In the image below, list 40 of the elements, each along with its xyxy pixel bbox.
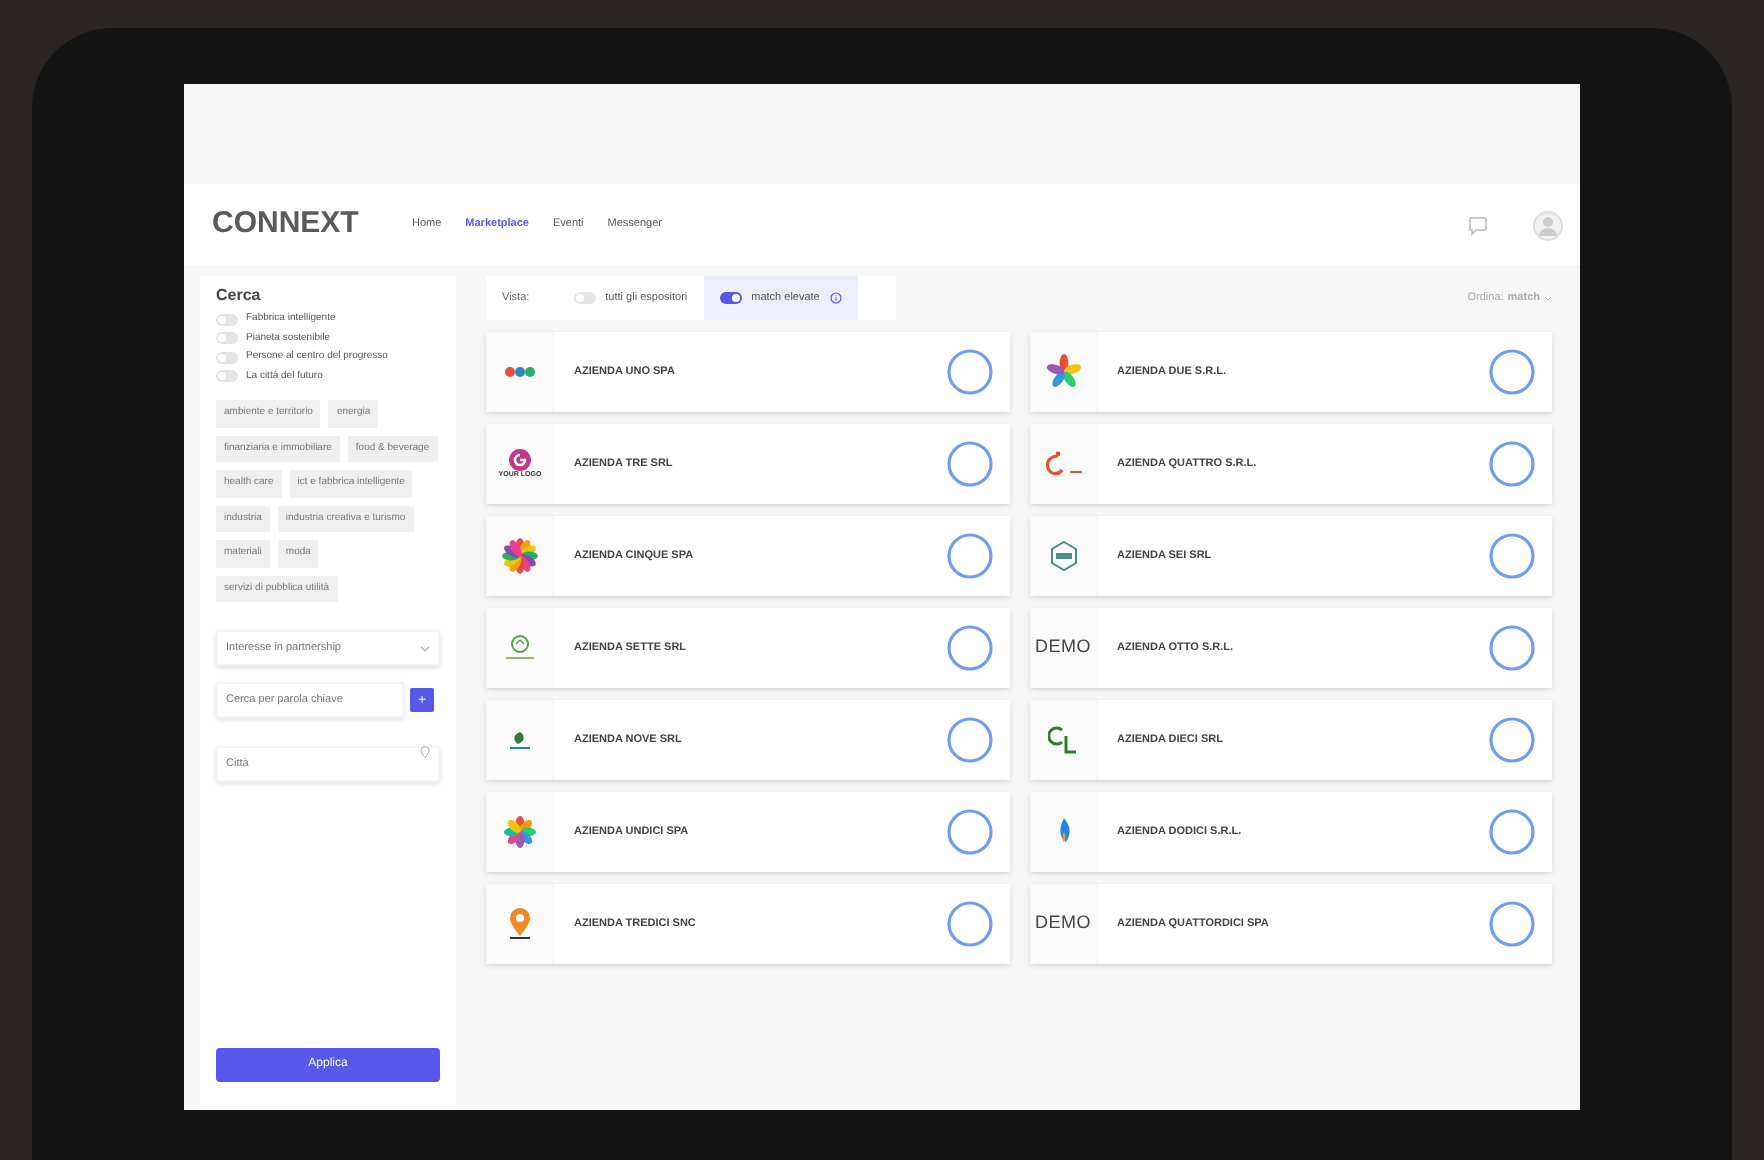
- match-ring-icon: [945, 532, 993, 580]
- chevron-down-icon: [420, 645, 430, 651]
- match-ring-icon: [945, 624, 993, 672]
- match-ring-icon: [1488, 348, 1536, 396]
- match-ring-icon: [945, 716, 993, 764]
- pinwheel-logo-icon: [500, 812, 540, 852]
- avatar-icon[interactable]: [1532, 207, 1564, 243]
- match-ring-icon: [945, 900, 993, 948]
- match-ring-icon: [945, 440, 993, 488]
- match-ring-icon: [945, 348, 993, 396]
- flower-logo-icon: [500, 536, 540, 576]
- toggle-switch[interactable]: [216, 332, 238, 345]
- app-logo: CONNEXT: [210, 204, 361, 245]
- letters-logo-icon: [1047, 724, 1079, 756]
- toggle-switch[interactable]: [573, 292, 596, 304]
- wordmark-logo: DEMO: [1035, 634, 1091, 661]
- circle-logo-icon: [502, 634, 538, 662]
- wordmark-logo: DEMO: [1035, 910, 1091, 937]
- toggle-switch[interactable]: [216, 370, 238, 383]
- match-ring-icon: [945, 808, 993, 856]
- match-ring-icon: [1488, 624, 1536, 672]
- letter-g-logo-icon: [507, 448, 532, 473]
- toggle-switch[interactable]: [216, 351, 238, 364]
- toggle-switch[interactable]: [719, 292, 742, 304]
- hexagon-logo-icon: [1047, 540, 1079, 572]
- location-pin-icon: [420, 746, 430, 758]
- match-ring-icon: [1488, 808, 1536, 856]
- match-ring-icon: [1488, 716, 1536, 764]
- dots-logo-icon: [504, 366, 536, 378]
- leaf-logo-icon: [504, 730, 536, 750]
- match-ring-icon: [1488, 900, 1536, 948]
- sidebar-title: Cerca: [216, 284, 263, 308]
- pin-logo-icon: [508, 908, 532, 940]
- info-icon[interactable]: [829, 292, 842, 304]
- match-ring-icon: [1488, 532, 1536, 580]
- toggle-switch[interactable]: [216, 313, 238, 326]
- match-ring-icon: [1488, 440, 1536, 488]
- swirl-logo-icon: [1041, 450, 1085, 478]
- flower-logo-icon: [1043, 352, 1083, 392]
- chat-icon[interactable]: [1468, 215, 1488, 235]
